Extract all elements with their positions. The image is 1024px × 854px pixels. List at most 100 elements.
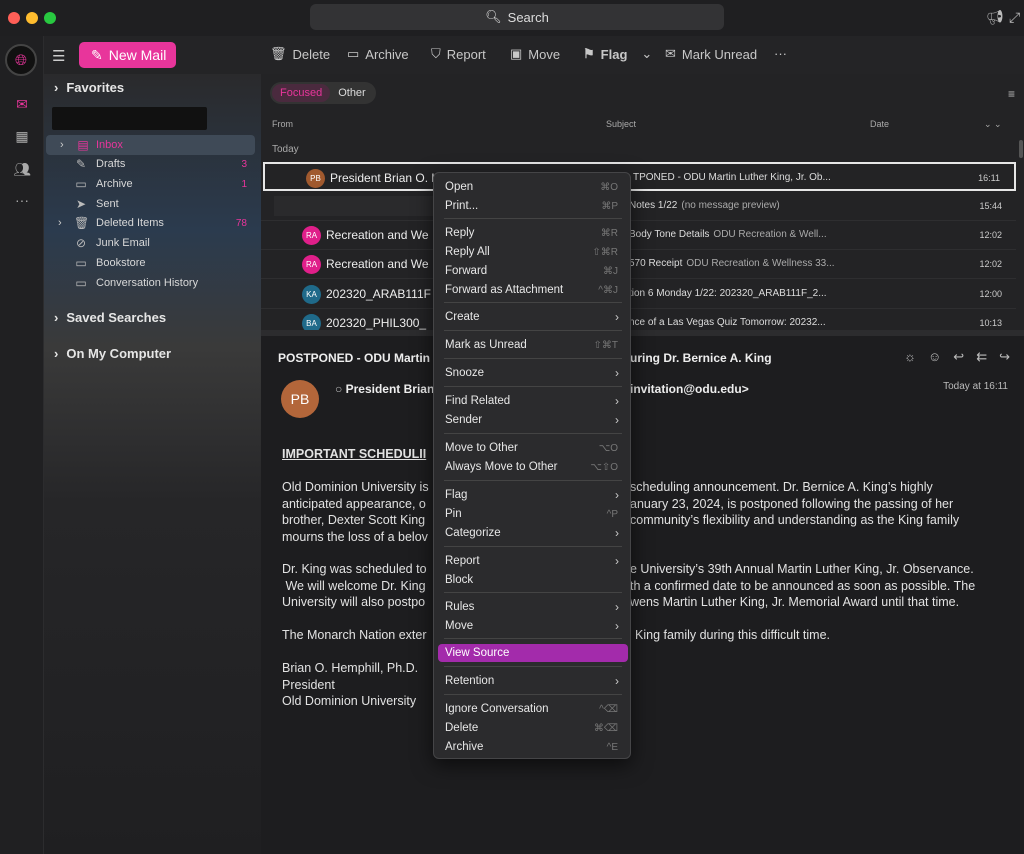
menu-item-categorize[interactable]: Categorize › <box>438 524 628 542</box>
move-button[interactable]: ▣ Move <box>510 46 560 62</box>
sidebar-item-inbox[interactable]: › ▤ Inbox <box>46 135 255 155</box>
message-row[interactable]: RA Recreation and We Body Tone Details OD… <box>261 221 1016 250</box>
sort-chevron-icon[interactable]: ⌄ ⌄ <box>984 119 1002 130</box>
chevron-right-icon: › <box>615 366 619 380</box>
chevron-right-icon: › <box>54 310 59 325</box>
menu-item-find-related[interactable]: Find Related › <box>438 392 628 410</box>
junk-icon: ⊘ <box>75 236 87 250</box>
signature: Brian O. Hemphill, Ph.D. President Old Dom… <box>282 661 419 708</box>
emoji-icon[interactable]: ☺ <box>928 349 941 365</box>
menu-item-ignore-conversation[interactable]: Ignore Conversation ^⌫ <box>438 700 628 718</box>
delete-button[interactable]: 🗑︎ Delete <box>270 46 330 62</box>
flag-button[interactable]: ⚑ Flag ⌄ <box>583 46 652 62</box>
sidebar-item-archive[interactable]: ▭ Archive 1 <box>44 174 255 194</box>
search-box[interactable]: 🔍︎ Search <box>310 4 724 30</box>
menu-separator <box>444 218 622 219</box>
menu-item-report[interactable]: Report › <box>438 552 628 570</box>
people-icon[interactable]: 👥︎ <box>11 161 33 183</box>
menu-item-always-move-to-other[interactable]: Always Move to Other ⌥⇧O <box>438 458 628 476</box>
calendar-icon[interactable]: ▦ <box>11 128 33 150</box>
column-from[interactable]: From <box>272 119 293 129</box>
sidebar-item-sent[interactable]: ➤ Sent <box>44 194 255 214</box>
menu-separator <box>444 592 622 593</box>
column-date[interactable]: Date <box>870 119 889 129</box>
sender-avatar: PB <box>281 380 319 418</box>
menu-item-open[interactable]: Open ⌘O <box>438 178 628 196</box>
menu-item-view-source[interactable]: View Source <box>438 644 628 662</box>
zoom-window-button[interactable] <box>44 12 56 24</box>
tab-focused[interactable]: Focused <box>272 84 331 102</box>
avatar: RA <box>302 255 321 274</box>
menu-icon[interactable]: ☰ <box>52 47 65 65</box>
globe-icon[interactable]: 🌐︎ <box>5 44 37 76</box>
on-my-computer-header[interactable]: › On My Computer <box>54 346 171 361</box>
close-window-button[interactable] <box>8 12 20 24</box>
forward-icon[interactable]: ↪ <box>999 349 1010 365</box>
menu-item-pin[interactable]: Pin ^P <box>438 505 628 523</box>
menu-item-create[interactable]: Create › <box>438 308 628 326</box>
menu-item-forward-attachment[interactable]: Forward as Attachment ^⌘J <box>438 281 628 299</box>
menu-item-snooze[interactable]: Snooze › <box>438 364 628 382</box>
avatar: RA <box>302 226 321 245</box>
more-actions-button[interactable]: ··· <box>774 46 787 61</box>
reply-icon[interactable]: ↩ <box>953 349 964 365</box>
trash-icon: 🗑︎ <box>74 216 90 230</box>
report-button[interactable]: ⛉ Report <box>431 46 486 62</box>
group-header-today: Today <box>272 144 299 155</box>
saved-searches-header[interactable]: › Saved Searches <box>54 310 166 325</box>
folder-icon: ▭ <box>75 256 87 270</box>
more-apps-icon[interactable]: ··· <box>11 192 33 214</box>
message-row[interactable]: RA Recreation and We 570 Receipt ODU Recr… <box>261 250 1016 279</box>
sidebar-item-junk[interactable]: ⊘ Junk Email <box>44 233 255 253</box>
column-subject[interactable]: Subject <box>606 119 636 129</box>
folder-icon: ▭ <box>75 276 87 290</box>
list-scrollbar[interactable] <box>1019 140 1023 158</box>
sidebar-item-conversation-history[interactable]: ▭ Conversation History <box>44 273 255 293</box>
menu-item-move[interactable]: Move › <box>438 617 628 635</box>
message-row[interactable]: Notes 1/22 (no message preview) 15:44 <box>261 192 1016 221</box>
message-subject: TPONED - ODU Martin Luther King, Jr. Ob.… <box>633 172 831 183</box>
mail-icon[interactable]: ✉ <box>11 96 33 118</box>
sidebar-item-label: Sent <box>96 198 119 210</box>
menu-item-block[interactable]: Block <box>438 571 628 589</box>
menu-item-delete[interactable]: Delete ⌘⌫ <box>438 719 628 737</box>
new-mail-button[interactable]: ✎ New Mail <box>79 42 176 68</box>
message-subject-heading: POSTPONED - ODU Martin <box>278 351 431 365</box>
unread-count: 3 <box>241 158 247 170</box>
menu-item-move-to-other[interactable]: Move to Other ⌥O <box>438 439 628 457</box>
message-subject-heading-tail: uring Dr. Bernice A. King <box>630 351 772 365</box>
expand-icon[interactable]: ⤢ <box>1009 9 1020 26</box>
sidebar-item-drafts[interactable]: ✎ Drafts 3 <box>44 154 255 174</box>
menu-item-retention[interactable]: Retention › <box>438 672 628 690</box>
tab-other[interactable]: Other <box>330 84 374 102</box>
menu-item-flag[interactable]: Flag › <box>438 486 628 504</box>
sender-address: invitation@odu.edu> <box>630 382 749 396</box>
delete-label: Delete <box>292 46 331 62</box>
menu-item-sender[interactable]: Sender › <box>438 411 628 429</box>
menu-item-print[interactable]: Print... ⌘P <box>438 197 628 215</box>
menu-item-mark-unread[interactable]: Mark as Unread ⇧⌘T <box>438 336 628 354</box>
favorites-header[interactable]: › Favorites <box>54 80 124 95</box>
menu-item-forward[interactable]: Forward ⌘J <box>438 262 628 280</box>
mark-unread-button[interactable]: ✉ Mark Unread <box>665 46 757 62</box>
message-row[interactable]: KA 202320_ARAB111F tion 6 Monday 1/22: 2… <box>261 280 1016 309</box>
sun-icon[interactable]: ☼ <box>904 349 916 365</box>
chevron-right-icon: › <box>54 346 59 361</box>
menu-item-archive[interactable]: Archive ^E <box>438 738 628 756</box>
sidebar-item-bookstore[interactable]: ▭ Bookstore <box>44 253 255 273</box>
menu-item-rules[interactable]: Rules › <box>438 598 628 616</box>
message-list: Focused Other ≡ From Subject Date ⌄ ⌄ To… <box>261 74 1024 333</box>
chevron-down-icon[interactable]: ⌄ <box>641 46 652 62</box>
menu-item-reply[interactable]: Reply ⌘R <box>438 224 628 242</box>
menu-item-reply-all[interactable]: Reply All ⇧⌘R <box>438 243 628 261</box>
megaphone-icon[interactable]: 📢︎ <box>986 9 1004 26</box>
minimize-window-button[interactable] <box>26 12 38 24</box>
message-date: Today at 16:11 <box>943 381 1008 392</box>
message-from: Recreation and We <box>326 228 429 242</box>
filter-icon[interactable]: ≡ <box>1008 87 1015 101</box>
compose-icon: ✎ <box>91 46 103 63</box>
archive-button[interactable]: ▭ Archive <box>347 46 409 62</box>
reply-all-icon[interactable]: ⇇ <box>976 349 987 365</box>
sidebar-item-deleted[interactable]: › 🗑︎ Deleted Items 78 <box>44 213 255 233</box>
message-row[interactable]: PB President Brian O. H TPONED - ODU Mar… <box>263 162 1016 191</box>
